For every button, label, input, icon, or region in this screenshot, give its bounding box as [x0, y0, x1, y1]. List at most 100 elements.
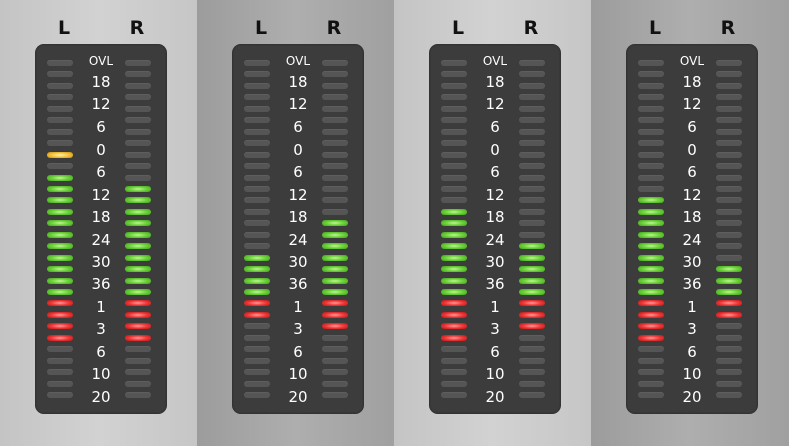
- scale-label: 30: [485, 253, 505, 271]
- meter-segment-left: [244, 60, 270, 66]
- meter-segment-left: [441, 71, 467, 78]
- meter-segment-right: [519, 220, 545, 227]
- meter-segment-right: [125, 163, 151, 170]
- meter-segment-left: [638, 243, 664, 250]
- meter-segment-left: [47, 289, 73, 295]
- meter-segment-right: [716, 94, 742, 101]
- meter-segment-left: [47, 277, 73, 284]
- meter-segment-left: [638, 128, 664, 135]
- scale-label: 20: [485, 388, 505, 406]
- meter-segment-right: [322, 300, 348, 307]
- meter-segment-left: [638, 71, 664, 78]
- meter-segment-right: [519, 346, 545, 353]
- meter-segment-right: [716, 174, 742, 181]
- meter-segment-right: [716, 392, 742, 399]
- meter-segment-right: [125, 208, 151, 215]
- meter-segment-right: [519, 197, 545, 204]
- meter-segment-left: [47, 105, 73, 112]
- scale-label: 18: [485, 73, 505, 91]
- meter-segment-right: [322, 208, 348, 215]
- meter-segment-left: [47, 128, 73, 135]
- meter-segment-right: [519, 105, 545, 112]
- scale-label: 24: [682, 231, 702, 249]
- scale-label: 36: [682, 275, 702, 293]
- channel-label-right: R: [326, 17, 342, 39]
- meter-segment-left: [638, 369, 664, 376]
- scale-label: 3: [96, 320, 106, 338]
- meter-segment-right: [125, 117, 151, 124]
- meter-segment-left: [441, 300, 467, 307]
- meter-segment-right: [322, 357, 348, 364]
- meter-panel-4: L R OVL 18 12 6 0 6 12 18 24 30 36 1 3 6 10 20: [591, 0, 789, 446]
- scale-label: 3: [293, 320, 303, 338]
- scale-label: OVL: [482, 54, 508, 68]
- channel-label-right: R: [129, 17, 145, 39]
- meter-segment-left: [441, 334, 467, 341]
- scale-label: 30: [682, 253, 702, 271]
- meter-segment-left: [638, 105, 664, 112]
- meter-segment-right: [716, 311, 742, 318]
- meter-segment-right: [322, 311, 348, 318]
- meter-segment-left: [441, 380, 467, 387]
- meter-segment-right: [322, 140, 348, 147]
- meter-segment-right: [716, 334, 742, 341]
- meter-segment-left: [638, 277, 664, 284]
- meter-segment-right: [322, 151, 348, 158]
- meter-segment-right: [519, 185, 545, 192]
- meter-segment-left: [638, 94, 664, 101]
- meter-segment-left: [47, 197, 73, 204]
- meter-segment-right: [125, 277, 151, 284]
- meter-segment-left: [441, 254, 467, 261]
- meter-segment-left: [47, 117, 73, 124]
- meter-segment-left: [638, 380, 664, 387]
- meter-segment-right: [716, 105, 742, 112]
- meter-segment-right: [322, 380, 348, 387]
- meter-segment-right: [322, 289, 348, 295]
- scale-label: 0: [687, 141, 697, 159]
- meter-segment-left: [244, 289, 270, 295]
- scale-label: 30: [91, 253, 111, 271]
- scale-label: 6: [293, 118, 303, 136]
- meter-segment-right: [125, 334, 151, 341]
- scale-label: 12: [288, 186, 308, 204]
- scale-label: 3: [490, 320, 500, 338]
- meter-segment-right: [716, 71, 742, 78]
- meter-segment-left: [638, 266, 664, 273]
- meter-segment-right: [322, 71, 348, 78]
- meter-segment-left: [638, 300, 664, 307]
- meter-segment-right: [125, 392, 151, 399]
- meter-segment-left: [638, 117, 664, 124]
- meter-segment-right: [716, 346, 742, 353]
- meter-segment-right: [716, 220, 742, 227]
- scale-label: 30: [288, 253, 308, 271]
- meter-segment-right: [125, 151, 151, 158]
- meter-segment-left: [47, 185, 73, 192]
- meter-segment-right: [519, 231, 545, 238]
- channel-label-left: L: [57, 17, 71, 39]
- scale-label: 18: [91, 73, 111, 91]
- meter-segment-left: [47, 243, 73, 250]
- meter-segment-right: [322, 346, 348, 353]
- meter-segment-right: [716, 185, 742, 192]
- meter-segment-right: [716, 163, 742, 170]
- meter-segment-left: [244, 254, 270, 261]
- scale-label: 12: [91, 95, 111, 113]
- meter-segment-left: [441, 231, 467, 238]
- scale-label: 6: [96, 163, 106, 181]
- scale-label: 1: [490, 298, 500, 316]
- meter-segment-right: [125, 231, 151, 238]
- meter-segment-left: [244, 323, 270, 330]
- scale-label: 6: [490, 163, 500, 181]
- level-meter: OVL 18 12 6 0 6 12 18 24 30 36 1 3 6 10 20: [626, 44, 758, 414]
- meter-segment-left: [47, 220, 73, 227]
- meter-segment-right: [125, 346, 151, 353]
- meter-segment-left: [441, 392, 467, 399]
- scale-label: 18: [682, 73, 702, 91]
- meter-segment-right: [716, 380, 742, 387]
- meter-segment-right: [519, 311, 545, 318]
- meter-segment-right: [322, 266, 348, 273]
- scale-label: 10: [485, 365, 505, 383]
- meter-segment-right: [716, 117, 742, 124]
- meter-segment-right: [322, 60, 348, 66]
- meter-segment-right: [519, 71, 545, 78]
